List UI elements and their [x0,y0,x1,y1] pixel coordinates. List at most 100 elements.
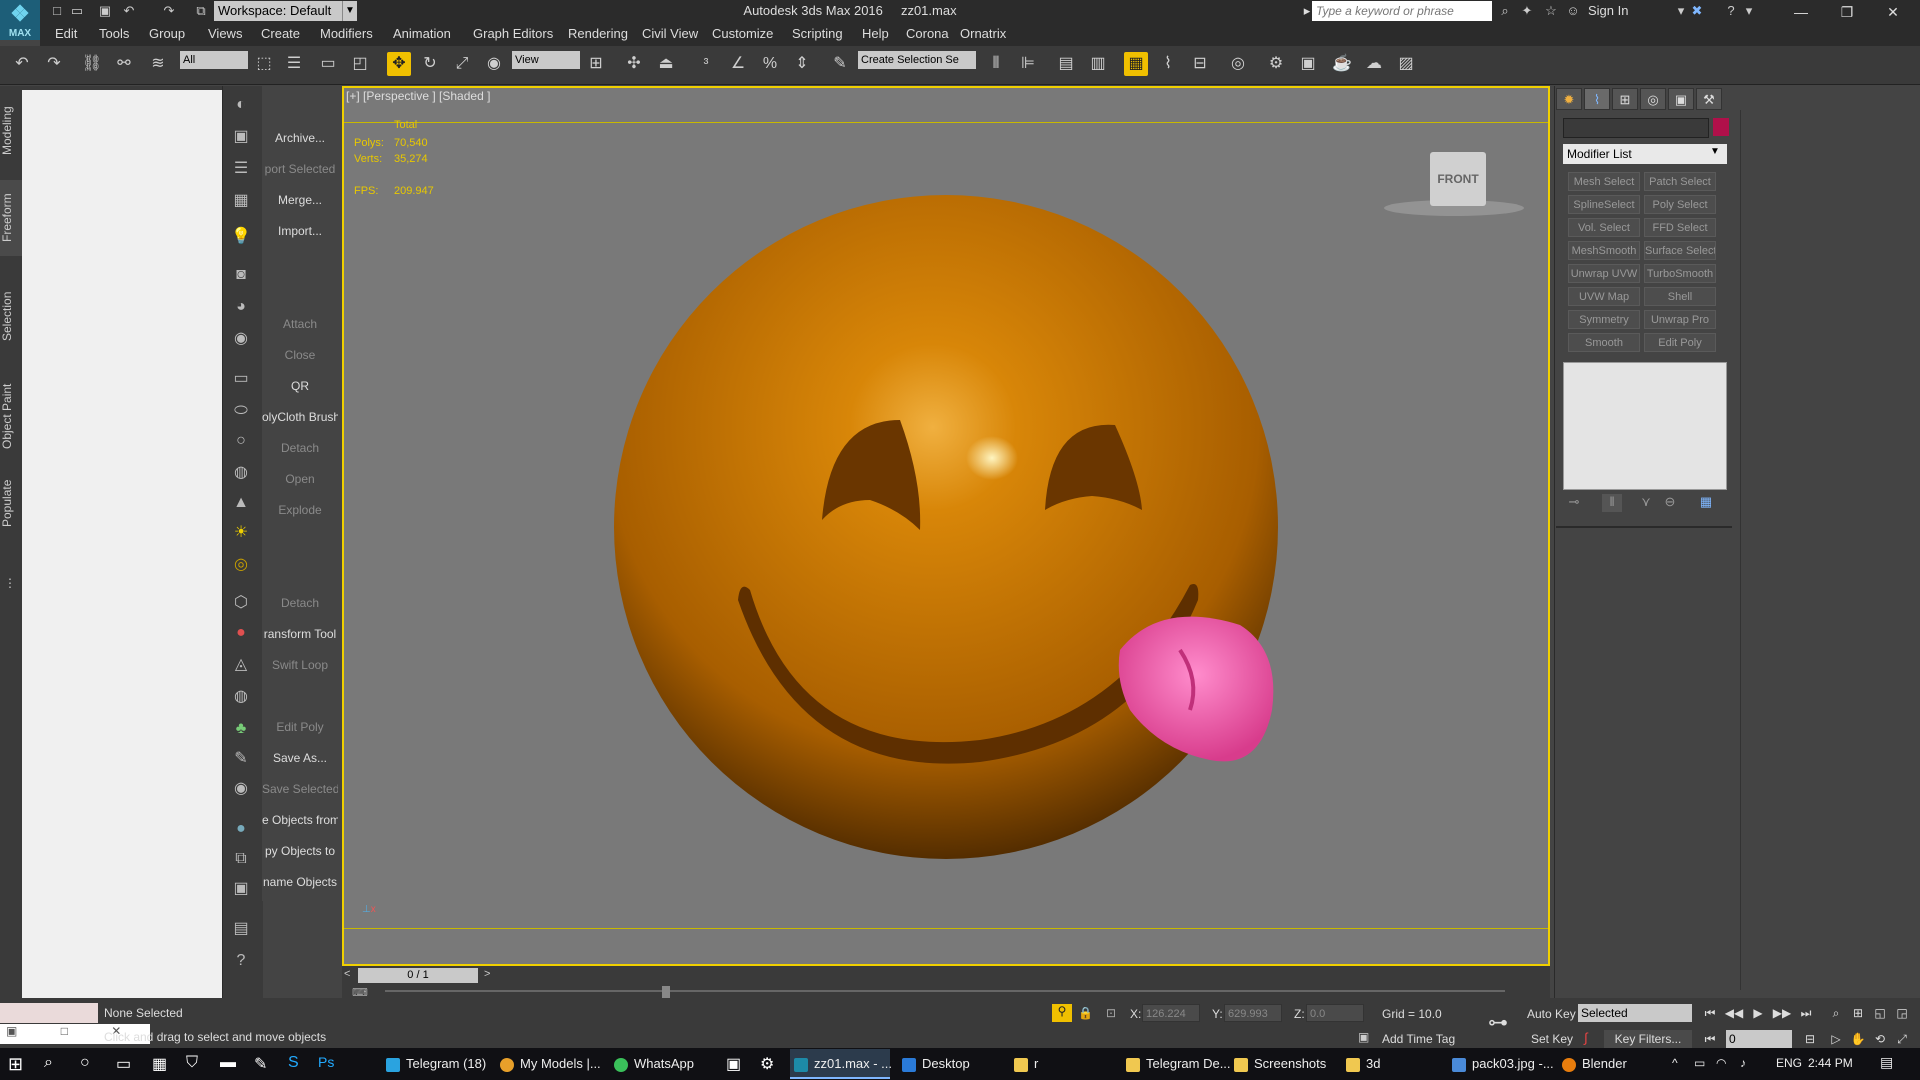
script-button[interactable]: Close [262,341,338,369]
field-of-view-icon[interactable]: ▷ [1826,1030,1846,1048]
tab-selection[interactable]: Selection [0,284,22,348]
modifier-button[interactable]: Shell [1644,287,1716,306]
key-icon[interactable]: ⊶ [1488,1010,1508,1035]
prev-frame-arrow-icon[interactable]: < [344,968,350,980]
chevron-down-icon[interactable]: ▼ [342,1,357,21]
menu-graph-editors[interactable]: Graph Editors [473,26,553,41]
cortana-icon[interactable]: ○ [80,1054,90,1072]
menu-corona[interactable]: Corona [906,26,949,41]
viewcube[interactable]: FRONT [1430,152,1486,206]
track-bar-marker[interactable] [662,986,670,998]
restore-button[interactable]: ❐ [1824,0,1870,24]
emoji-model[interactable] [600,180,1300,880]
script-button[interactable]: QR [262,372,338,400]
add-time-tag-button[interactable]: Add Time Tag [1382,1032,1455,1046]
script-button[interactable] [262,248,338,276]
go-to-end-icon[interactable]: ⏭ [1796,1004,1816,1022]
default-in-out-tangent-icon[interactable]: ∫ [1584,1030,1588,1045]
wifi-icon[interactable]: ◠ [1716,1056,1726,1070]
pin-stack-icon[interactable]: ⊸ [1564,494,1584,512]
hierarchy-tab-icon[interactable]: ⊞ [1612,88,1638,110]
help-icon[interactable]: ? [228,948,254,974]
menu-group[interactable]: Group [149,26,185,41]
menu-help[interactable]: Help [862,26,889,41]
zoom-extents-all-icon[interactable]: ◲ [1892,1004,1912,1022]
make-unique-icon[interactable]: ⋎ [1636,494,1656,512]
help-icon[interactable]: ? [1722,2,1740,20]
modifier-button[interactable]: MeshSmooth [1568,241,1640,260]
taskbar-folder-telegram[interactable]: Telegram De... [1126,1049,1231,1079]
speaker-icon[interactable]: ◕ [228,294,254,320]
mesh-icon[interactable]: ⬡ [228,590,254,616]
script-button[interactable]: Attach [262,310,338,338]
key-mode-dropdown[interactable]: Selected [1578,1004,1692,1022]
script-button[interactable]: Save As... [262,744,338,772]
monitor-icon[interactable]: ▬ [220,1054,236,1072]
clock[interactable]: 2:44 PM [1808,1056,1853,1070]
tray-chevron-icon[interactable]: ^ [1672,1056,1678,1070]
modifier-button[interactable]: SplineSelect [1568,195,1640,214]
snaps-toggle-icon[interactable]: ᶟ [694,52,718,76]
toggle-ribbon-icon[interactable]: ▦ [1124,52,1148,76]
pan-icon[interactable]: ✋ [1848,1030,1868,1048]
favorites-star-icon[interactable]: ☆ [1542,2,1560,20]
render-setup-icon[interactable]: ⚙ [1264,52,1288,76]
menu-civil-view[interactable]: Civil View [642,26,698,41]
modifier-button[interactable]: TurboSmooth [1644,264,1716,283]
scene-explorer[interactable] [22,90,222,998]
edit-named-selection-icon[interactable]: ✎ [828,52,852,76]
script-button[interactable] [262,527,338,555]
percent-snap-icon[interactable]: % [758,52,782,76]
taskbar-folder-r[interactable]: r [1014,1049,1038,1079]
tab-freeform[interactable]: Freeform [0,180,22,256]
render-icon[interactable]: ▣ [228,876,254,902]
named-selection-set-dropdown[interactable]: Create Selection Se [858,51,976,69]
mirror-icon[interactable]: ⫴ [984,52,1008,76]
grid-icon[interactable]: ▦ [228,188,254,214]
script-button[interactable] [262,558,338,586]
remove-modifier-icon[interactable]: ⊖ [1660,494,1680,512]
sign-in-button[interactable]: Sign In [1588,3,1628,18]
list-icon[interactable]: ☰ [228,156,254,182]
taskbar-folder-3d[interactable]: 3d [1346,1049,1380,1079]
workspace-dropdown[interactable]: Workspace: Default [214,1,344,21]
modifier-button[interactable]: Surface Select [1644,241,1716,260]
go-to-start-icon[interactable]: ⏮ [1700,1004,1720,1022]
blue-sphere-icon[interactable]: ● [228,816,254,842]
menu-ornatrix[interactable]: Ornatrix [960,26,1006,41]
modifier-button[interactable]: UVW Map [1568,287,1640,306]
menu-scripting[interactable]: Scripting [792,26,843,41]
expand-ribbon-icon[interactable]: ⋮ [4,576,18,596]
menu-animation[interactable]: Animation [393,26,451,41]
taskbar-desktop[interactable]: Desktop [902,1049,970,1079]
menu-tools[interactable]: Tools [99,26,129,41]
taskbar-chrome[interactable]: My Models |... [500,1049,601,1079]
script-button[interactable]: port Selected [262,155,338,183]
script-button[interactable]: py Objects to [262,837,338,865]
script-button[interactable]: Archive... [262,124,338,152]
angle-snap-icon[interactable]: ∠ [726,52,750,76]
pivot-center-icon[interactable]: ⊞ [584,52,608,76]
modifier-button[interactable]: Vol. Select [1568,218,1640,237]
render-cloud-icon[interactable]: ☁ [1362,52,1386,76]
brush-icon[interactable]: ✎ [228,746,254,772]
script-button[interactable]: e Objects from [262,806,338,834]
store-icon[interactable]: ⛉ [186,1054,198,1072]
previous-frame-icon[interactable]: ◀◀ [1724,1004,1744,1022]
torus-icon[interactable]: ◍ [228,460,254,486]
script-button[interactable]: Detach [262,434,338,462]
object-color-swatch[interactable] [1713,118,1729,136]
zoom-extents-icon[interactable]: ◱ [1870,1004,1890,1022]
modifier-button[interactable]: Unwrap Pro [1644,310,1716,329]
menu-modifiers[interactable]: Modifiers [320,26,373,41]
notifications-icon[interactable]: ▤ [1880,1054,1893,1071]
modifier-list-dropdown[interactable]: Modifier List [1563,144,1727,164]
script-button[interactable]: Edit Poly [262,713,338,741]
script-button[interactable]: Merge... [262,186,338,214]
rendered-frame-window-icon[interactable]: ▣ [1296,52,1320,76]
select-and-scale-icon[interactable]: ⤢ [450,52,474,76]
viewport-label[interactable]: [+] [Perspective ] [Shaded ] [346,89,490,103]
grass-icon[interactable]: ♣ [228,716,254,742]
next-frame-icon[interactable]: ▶▶ [1772,1004,1792,1022]
selection-lock-icon[interactable]: 🔒 [1078,1006,1093,1020]
